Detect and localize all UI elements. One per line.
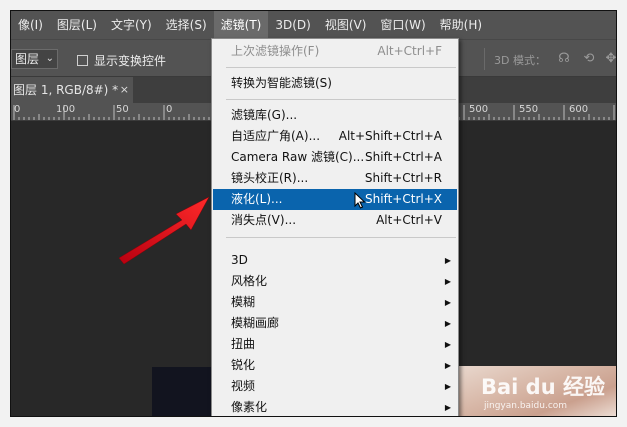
menu-item-stylize[interactable]: 风格化 ▶ <box>213 271 457 292</box>
submenu-arrow-icon: ▶ <box>444 319 451 328</box>
menu-item-shortcut: Alt+Shift+Ctrl+A <box>338 129 442 143</box>
menu-item-label: 消失点(V)... <box>231 213 297 227</box>
menu-item-camera-raw[interactable]: Camera Raw 滤镜(C)... Shift+Ctrl+A <box>213 147 457 168</box>
menu-item-label: Camera Raw 滤镜(C)... <box>231 150 365 164</box>
submenu-arrow-icon: ▶ <box>444 382 451 391</box>
arrow-shape <box>118 196 210 265</box>
menu-item-label: 像素化 <box>231 400 268 414</box>
menu-item-label: 模糊 <box>231 295 256 309</box>
menu-item-label: 转换为智能滤镜(S) <box>231 76 332 90</box>
menu-item-3d[interactable]: 3D ▶ <box>213 250 457 271</box>
menu-item-label: 滤镜库(G)... <box>231 108 298 122</box>
menu-item-pixelate[interactable]: 像素化 ▶ <box>213 397 457 416</box>
menu-item-blur-gallery[interactable]: 模糊画廊 ▶ <box>213 313 457 334</box>
menu-item-lens-correction[interactable]: 镜头校正(R)... Shift+Ctrl+R <box>213 168 457 189</box>
menu-item-last-filter[interactable]: 上次滤镜操作(F) Alt+Ctrl+F <box>213 41 457 62</box>
submenu-arrow-icon: ▶ <box>444 340 451 349</box>
mouse-cursor-icon <box>354 192 366 209</box>
submenu-arrow-icon: ▶ <box>444 277 451 286</box>
photoshop-window: 像(I) 图层(L) 文字(Y) 选择(S) 滤镜(T) 3D(D) 视图(V)… <box>10 10 617 417</box>
menu-item-convert-smart-filter[interactable]: 转换为智能滤镜(S) <box>213 73 457 94</box>
menu-item-label: 自适应广角(A)... <box>231 129 321 143</box>
menu-item-blur[interactable]: 模糊 ▶ <box>213 292 457 313</box>
menu-item-video[interactable]: 视频 ▶ <box>213 376 457 397</box>
submenu-arrow-icon: ▶ <box>444 403 451 412</box>
menu-item-shortcut: Alt+Ctrl+V <box>376 213 442 227</box>
menu-item-filter-gallery[interactable]: 滤镜库(G)... <box>213 105 457 126</box>
menu-item-vanishing-point[interactable]: 消失点(V)... Alt+Ctrl+V <box>213 210 457 231</box>
menu-item-shortcut: Shift+Ctrl+R <box>364 171 442 185</box>
menu-item-label: 3D <box>231 253 248 267</box>
menu-item-label: 风格化 <box>231 274 268 288</box>
menu-separator <box>226 237 456 238</box>
submenu-arrow-icon: ▶ <box>444 256 451 265</box>
submenu-arrow-icon: ▶ <box>444 298 451 307</box>
menu-item-shortcut: Shift+Ctrl+X <box>365 192 442 206</box>
menu-separator <box>226 67 456 68</box>
menu-item-label: 上次滤镜操作(F) <box>231 44 320 58</box>
submenu-arrow-icon: ▶ <box>444 361 451 370</box>
menu-item-adaptive-wide-angle[interactable]: 自适应广角(A)... Alt+Shift+Ctrl+A <box>213 126 457 147</box>
filter-menu: 上次滤镜操作(F) Alt+Ctrl+F 转换为智能滤镜(S) 滤镜库(G)..… <box>211 38 459 416</box>
menu-item-liquify[interactable]: 液化(L)... Shift+Ctrl+X <box>213 189 457 210</box>
menu-item-label: 液化(L)... <box>231 192 283 206</box>
menu-item-sharpen[interactable]: 锐化 ▶ <box>213 355 457 376</box>
menu-item-label: 模糊画廊 <box>231 316 280 330</box>
menu-separator <box>226 99 456 100</box>
menu-item-label: 扭曲 <box>231 337 256 351</box>
menu-item-distort[interactable]: 扭曲 ▶ <box>213 334 457 355</box>
menu-item-shortcut: Shift+Ctrl+A <box>365 150 442 164</box>
menu-item-label: 镜头校正(R)... <box>231 171 309 185</box>
menu-item-shortcut: Alt+Ctrl+F <box>377 44 442 58</box>
menu-item-label: 锐化 <box>231 358 256 372</box>
menu-item-label: 视频 <box>231 379 256 393</box>
